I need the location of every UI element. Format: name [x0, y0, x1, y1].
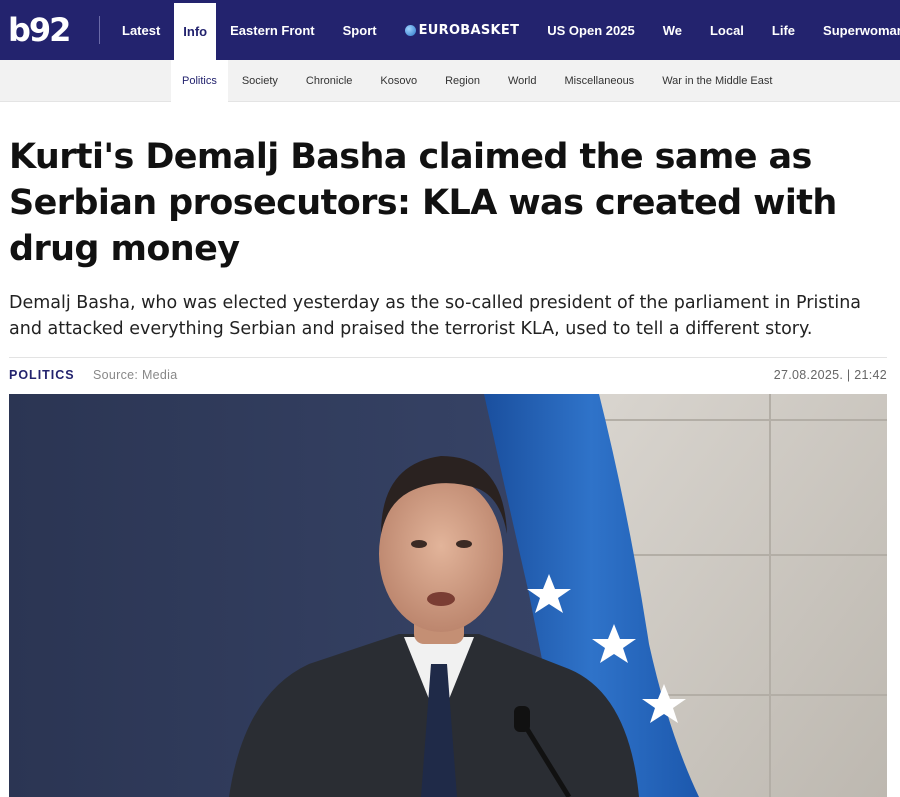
article-meta: POLITICS Source: Media 27.08.2025. | 21:… [9, 366, 887, 386]
nav-item-eurobasket[interactable]: EUROBASKET [391, 0, 534, 60]
nav-item-local[interactable]: Local [696, 0, 758, 60]
nav-item-latest[interactable]: Latest [108, 0, 174, 60]
subnav-item-society[interactable]: Society [228, 60, 292, 102]
nav-item-eastern-front[interactable]: Eastern Front [216, 0, 329, 60]
subnav-item-war-middle-east[interactable]: War in the Middle East [648, 60, 786, 102]
article-photo [9, 394, 887, 797]
nav-item-sport[interactable]: Sport [329, 0, 391, 60]
nav-item-we[interactable]: We [649, 0, 696, 60]
top-navigation: b92 Latest Info Eastern Front Sport EURO… [0, 0, 900, 60]
subnav-item-politics[interactable]: Politics [171, 60, 228, 102]
subnav-item-region[interactable]: Region [431, 60, 494, 102]
article-source: Source: Media [93, 368, 178, 382]
eurobasket-label: EUROBASKET [418, 22, 520, 38]
nav-item-life[interactable]: Life [758, 0, 809, 60]
subnav-item-world[interactable]: World [494, 60, 551, 102]
b92-logo[interactable]: b92 [8, 12, 71, 48]
nav-item-superwoman[interactable]: Superwoman [809, 0, 900, 60]
article-headline: Kurti's Demalj Basha claimed the same as… [9, 137, 837, 269]
subnav-item-kosovo[interactable]: Kosovo [366, 60, 431, 102]
logo-divider [99, 16, 100, 44]
article-photo-illustration [9, 394, 887, 797]
nav-item-us-open[interactable]: US Open 2025 [533, 0, 648, 60]
meta-divider [9, 357, 887, 358]
nav-items: Latest Info Eastern Front Sport EUROBASK… [108, 0, 900, 60]
article-datetime: 27.08.2025. | 21:42 [773, 368, 887, 382]
sub-navigation: Politics Society Chronicle Kosovo Region… [0, 60, 900, 102]
subnav-item-miscellaneous[interactable]: Miscellaneous [550, 60, 648, 102]
basketball-icon [404, 24, 416, 36]
sub-nav-items: Politics Society Chronicle Kosovo Region… [171, 60, 786, 102]
category-link[interactable]: POLITICS [9, 368, 75, 382]
article-lead: Demalj Basha, who was elected yesterday … [9, 293, 862, 339]
nav-item-info[interactable]: Info [174, 3, 217, 60]
subnav-item-chronicle[interactable]: Chronicle [292, 60, 366, 102]
